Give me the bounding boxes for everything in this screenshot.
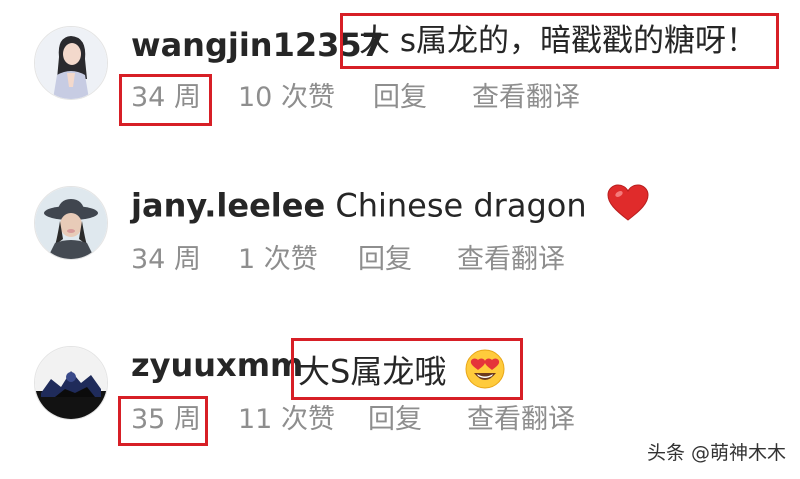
reply-button[interactable]: 回复 [368, 402, 422, 438]
heart-eyes-face-icon [465, 349, 505, 398]
translate-button[interactable]: 查看翻译 [467, 402, 575, 438]
translate-button[interactable]: 查看翻译 [457, 242, 565, 278]
like-count[interactable]: 1 次赞 [238, 242, 318, 278]
comment-text: Chinese dragon [335, 186, 587, 225]
comment-time: 34 周 [131, 244, 201, 275]
comment-text-wrap: 大S属龙哦 [298, 349, 505, 391]
comment-text: 大S属龙哦 [298, 352, 447, 391]
highlight-box-time [118, 396, 208, 446]
highlight-box-comment: 大 s属龙的，暗戳戳的糖呀！ [340, 13, 779, 69]
comment-text: 大 s属龙的，暗戳戳的糖呀！ [359, 23, 758, 59]
watermark: 头条 @萌神木木 [646, 442, 786, 464]
like-count[interactable]: 10 次赞 [238, 80, 335, 116]
red-heart-icon [607, 184, 649, 231]
comment-line: zyuuxmm [131, 345, 303, 385]
like-count[interactable]: 11 次赞 [238, 402, 335, 438]
comment-item: wangjin12357 大 s属龙的，暗戳戳的糖呀！ 34 周 10 次赞 回… [0, 0, 800, 126]
reply-button[interactable]: 回复 [358, 242, 412, 278]
comment-item: jany.leelee Chinese dragon 34 周 1 次赞 回复 … [0, 160, 800, 280]
comment-meta: 34 周 1 次赞 回复 查看翻译 [0, 242, 800, 278]
highlight-box-time [119, 74, 212, 126]
username[interactable]: zyuuxmm [131, 346, 303, 384]
highlight-box-comment: 大S属龙哦 [291, 338, 523, 400]
comment-line: jany.leelee Chinese dragon [131, 184, 649, 225]
reply-button[interactable]: 回复 [373, 80, 427, 116]
comment-item: zyuuxmm 大S属龙哦 35 周 11 次赞 回复 查看翻译 [0, 320, 800, 446]
username[interactable]: jany.leelee [131, 187, 325, 225]
translate-button[interactable]: 查看翻译 [472, 80, 580, 116]
